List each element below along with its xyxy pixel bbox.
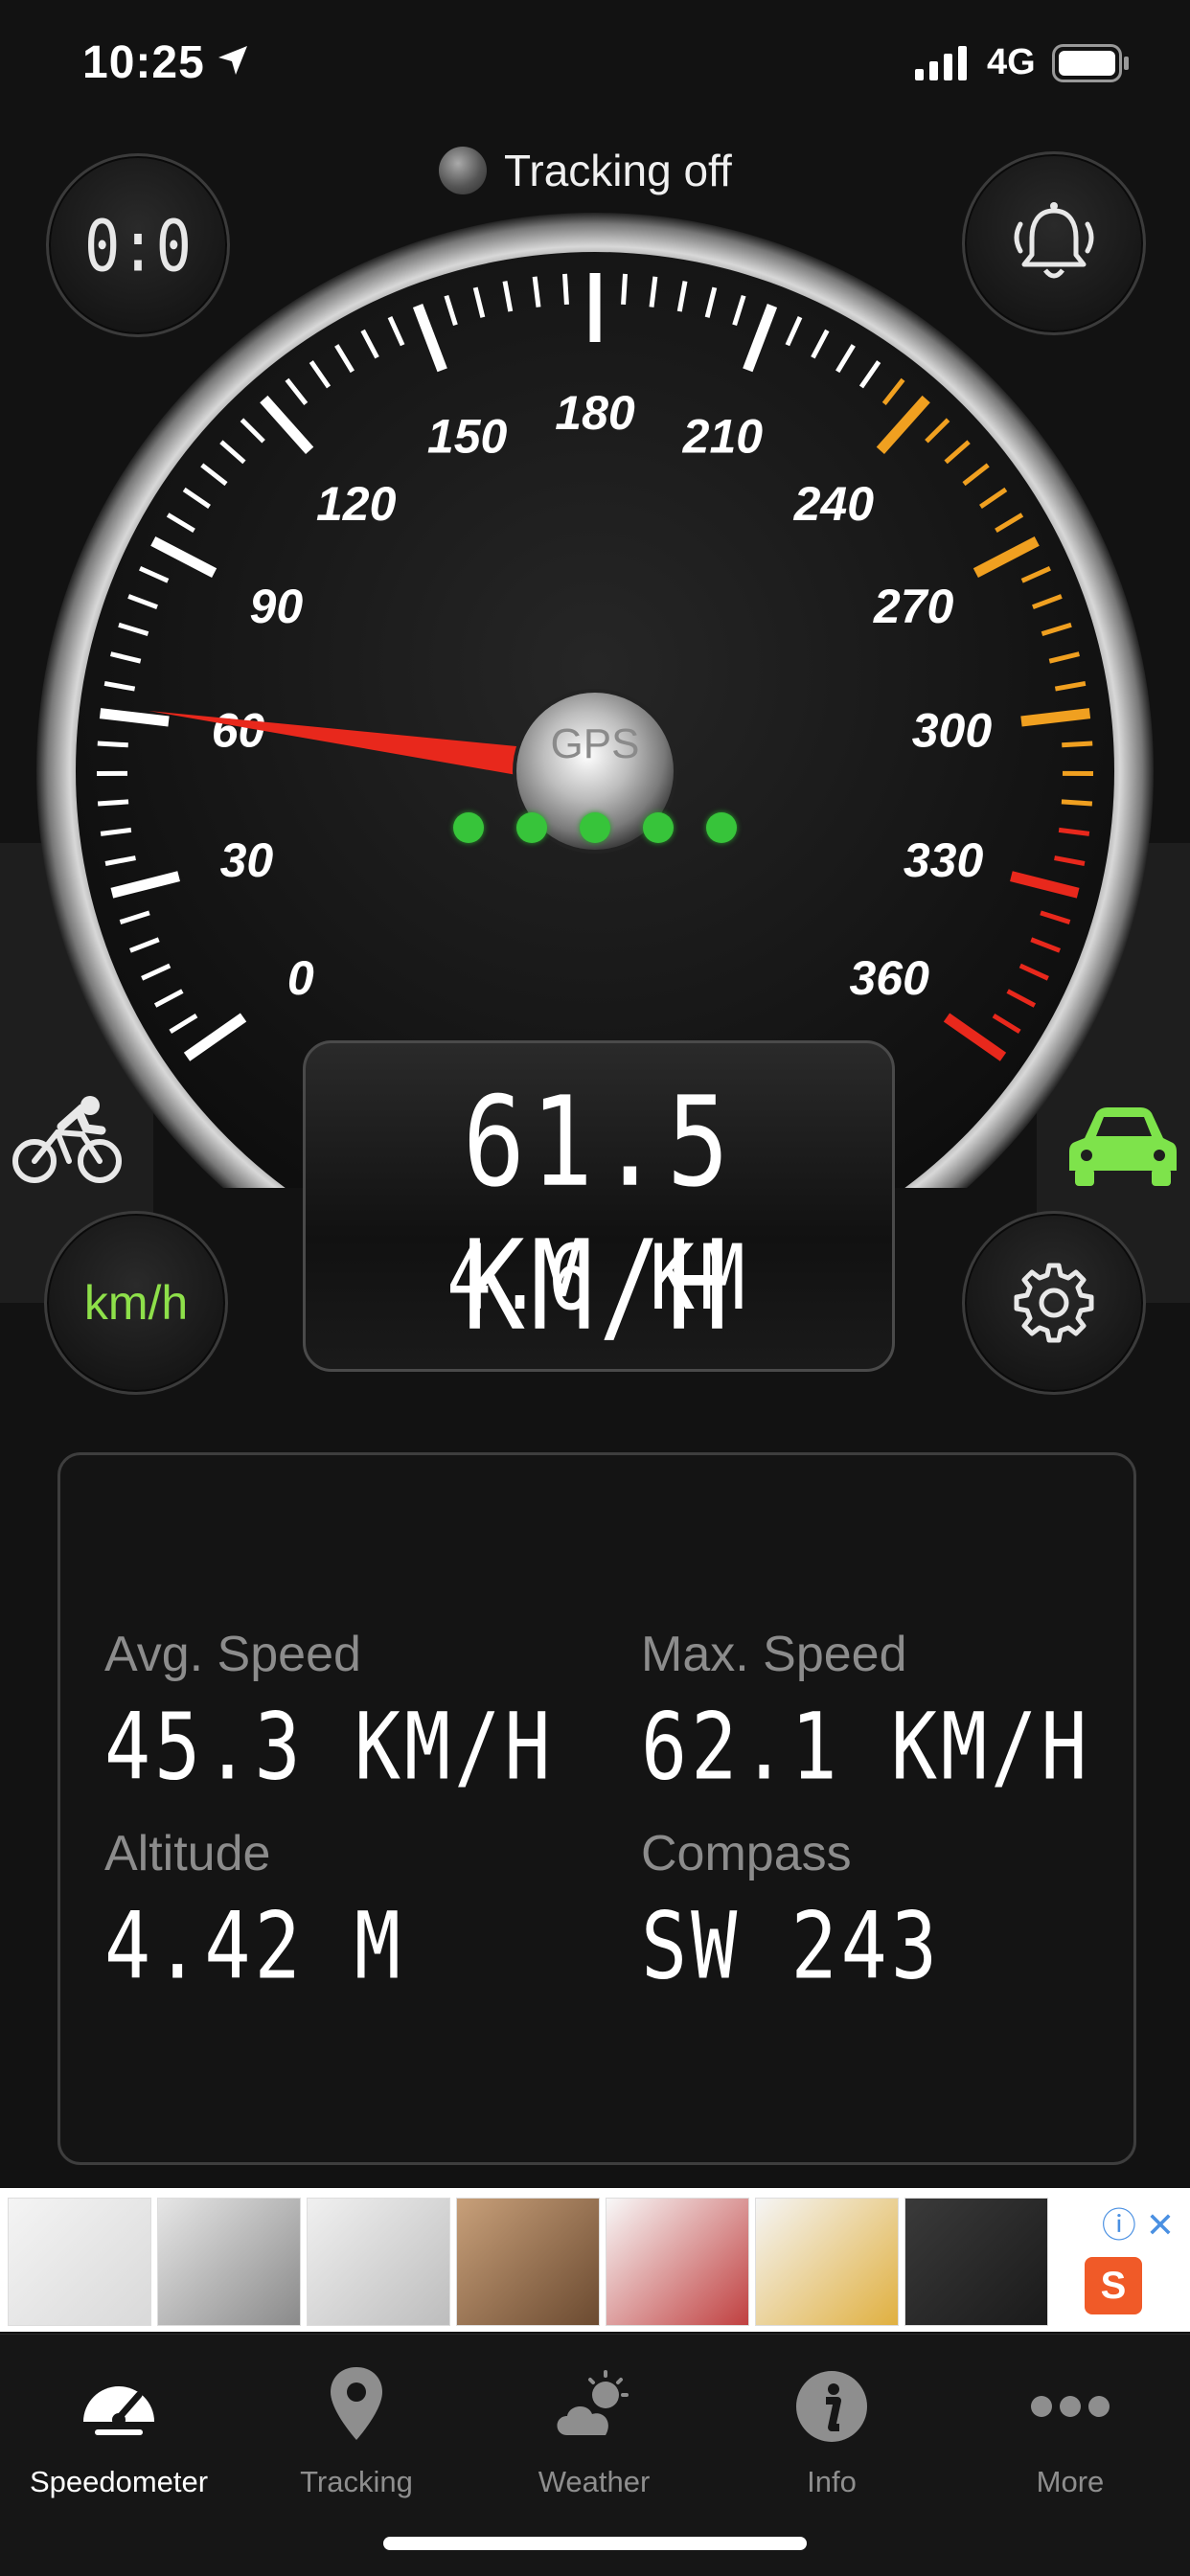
info-icon (793, 2368, 870, 2445)
car-icon[interactable] (1065, 1102, 1180, 1188)
stats-panel: Avg. Speed 45.3 KM/H Max. Speed 62.1 KM/… (57, 1452, 1136, 2165)
gauge-tick-label: 210 (682, 410, 764, 464)
altitude-value: 4.42 M (104, 1893, 404, 2000)
tab-more[interactable]: More (950, 2354, 1190, 2499)
gauge-tick-label: 270 (873, 580, 954, 633)
gps-label: GPS (0, 720, 1190, 768)
tab-tracking[interactable]: Tracking (238, 2354, 475, 2499)
gauge-minor-tick (1062, 802, 1092, 804)
altitude-stat: Altitude 4.42 M (104, 1825, 404, 1991)
ad-close-icon[interactable]: ⓘ ✕ (1102, 2198, 1175, 2247)
signal-icon (915, 46, 971, 80)
tracking-toggle[interactable]: Tracking off (439, 142, 732, 199)
gps-signal-indicator (0, 812, 1190, 843)
tab-label: More (950, 2465, 1190, 2499)
location-arrow-icon (217, 44, 249, 77)
network-type: 4G (987, 42, 1036, 83)
home-indicator (383, 2537, 807, 2550)
avg-speed-value: 45.3 KM/H (104, 1694, 554, 1801)
gear-icon (1011, 1260, 1097, 1346)
bicycle-icon[interactable] (10, 1092, 125, 1188)
tab-weather[interactable]: Weather (475, 2354, 713, 2499)
gauge-minor-tick (624, 274, 626, 305)
tab-label: Weather (475, 2465, 713, 2499)
gauge-tick-label: 360 (849, 951, 929, 1005)
gauge-dial: 0306090120150180210240270300330360 (0, 192, 1190, 1188)
more-icon (1027, 2392, 1113, 2421)
gps-signal-dot (643, 812, 674, 843)
tab-speedometer[interactable]: Speedometer (0, 2354, 238, 2499)
gauge-minor-tick (565, 274, 567, 305)
max-speed-value: 62.1 KM/H (641, 1694, 1090, 1801)
tracking-status-text: Tracking off (504, 145, 732, 196)
unit-label: km/h (84, 1275, 188, 1331)
weather-icon (546, 2368, 642, 2445)
gps-signal-dot (706, 812, 737, 843)
avg-speed-label: Avg. Speed (104, 1626, 554, 1683)
shop-logo-icon: S (1085, 2257, 1142, 2314)
speedometer-gauge: 0306090120150180210240270300330360 GPS (0, 192, 1190, 1188)
gauge-tick-label: 180 (555, 386, 635, 440)
compass-label: Compass (641, 1825, 941, 1882)
ad-product-image[interactable] (456, 2198, 600, 2326)
gps-signal-dot (580, 812, 610, 843)
ad-banner[interactable]: ⓘ ✕ S (0, 2188, 1190, 2332)
ad-product-image[interactable] (755, 2198, 899, 2326)
ad-product-image[interactable] (8, 2198, 151, 2326)
gauge-tick-label: 0 (287, 951, 314, 1005)
max-speed-label: Max. Speed (641, 1626, 1090, 1683)
tab-label: Info (713, 2465, 950, 2499)
compass-stat: Compass SW 243 (641, 1825, 941, 1991)
speedometer-icon (76, 2368, 162, 2445)
tab-label: Tracking (238, 2465, 475, 2499)
status-bar: 10:25 4G (0, 0, 1190, 125)
ad-product-image[interactable] (904, 2198, 1048, 2326)
battery-icon (1052, 44, 1131, 82)
gauge-tick-label: 90 (250, 580, 304, 633)
trip-distance: 4.6 KM (446, 1227, 751, 1331)
gps-signal-dot (453, 812, 484, 843)
settings-button[interactable] (962, 1211, 1146, 1395)
gauge-tick-label: 120 (316, 477, 397, 531)
status-time: 10:25 (82, 36, 205, 89)
compass-value: SW 243 (641, 1893, 941, 2000)
unit-toggle-button[interactable]: km/h (44, 1211, 228, 1395)
altitude-label: Altitude (104, 1825, 404, 1882)
avg-speed-stat: Avg. Speed 45.3 KM/H (104, 1626, 554, 1791)
ad-product-image[interactable] (606, 2198, 749, 2326)
ad-product-image[interactable] (157, 2198, 301, 2326)
gauge-tick-label: 150 (427, 410, 508, 464)
gauge-tick-label: 240 (793, 477, 875, 531)
gps-signal-dot (516, 812, 547, 843)
digital-readout: 61.5 KM/H 4.6 KM (303, 1040, 895, 1372)
max-speed-stat: Max. Speed 62.1 KM/H (641, 1626, 1090, 1791)
tab-info[interactable]: Info (713, 2354, 950, 2499)
tab-label: Speedometer (0, 2465, 238, 2499)
gauge-minor-tick (98, 802, 128, 804)
tracking-indicator-icon (439, 147, 487, 194)
ad-product-image[interactable] (307, 2198, 450, 2326)
location-pin-icon (323, 2363, 390, 2450)
